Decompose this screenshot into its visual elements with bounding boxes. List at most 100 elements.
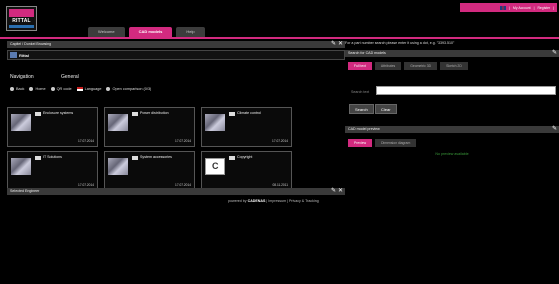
user-menu-separator-1: |	[509, 5, 511, 10]
navigation-toolbar: Back Home QR code Language Open comparis…	[10, 87, 151, 91]
nav-language-label: Language	[84, 87, 102, 91]
category-card[interactable]: Enclosure systems 17.07.2014	[7, 107, 98, 147]
copyright-thumbnail	[205, 158, 225, 175]
preview-panel-header: CAD model preview ✎	[345, 126, 559, 133]
edit-icon[interactable]: ✎	[552, 50, 557, 57]
close-icon[interactable]: ✕	[338, 41, 343, 48]
tab-help[interactable]: Help	[176, 27, 205, 37]
catalog-browser-panel: Capitel / Dunkel Browsing ✎ ✕ Rittal Nav…	[7, 41, 345, 200]
panel-tools: ✎ ✕	[331, 188, 343, 195]
search-text-label: Search text	[351, 90, 370, 94]
catalog-icon	[10, 52, 17, 58]
user-menu-separator-3: |	[553, 5, 554, 10]
category-title: Climate control	[237, 111, 261, 115]
category-thumbnail	[11, 158, 31, 175]
tab-geometric-3d[interactable]: Geometric 3D	[404, 62, 438, 70]
nav-language[interactable]: Language	[76, 87, 102, 91]
footer-links[interactable]: | Impressum | Privacy & Tracking	[266, 199, 318, 203]
folder-icon	[35, 112, 41, 116]
register-link[interactable]: Register	[537, 6, 550, 10]
footer-brand-link[interactable]: CADENAS	[248, 199, 266, 203]
my-account-link[interactable]: My Account	[513, 6, 531, 10]
search-button[interactable]: Search	[349, 104, 374, 114]
nav-qr-code[interactable]: QR code	[50, 87, 72, 91]
no-preview-message: No preview available	[435, 152, 469, 156]
edit-icon[interactable]: ✎	[331, 41, 336, 48]
category-card[interactable]: IT Solutions 17.07.2014	[7, 151, 98, 191]
category-date: 17.07.2014	[78, 139, 94, 143]
top-bar: RITTAL | My Account | Register | Welcome…	[0, 0, 559, 37]
tab-full-text[interactable]: Full text	[348, 62, 372, 70]
folder-icon	[229, 112, 235, 116]
category-date: 17.07.2014	[78, 183, 94, 187]
close-icon[interactable]: ✕	[338, 188, 343, 195]
accent-divider	[0, 37, 559, 39]
logo-text: RITTAL	[12, 18, 31, 24]
preview-panel-title: CAD model preview	[348, 127, 380, 131]
category-card[interactable]: Power distribution 17.07.2014	[104, 107, 195, 147]
edit-icon[interactable]: ✎	[331, 188, 336, 195]
tab-cad-models[interactable]: CAD models	[128, 27, 173, 37]
tab-preview[interactable]: Preview	[348, 139, 373, 147]
panel-tools: ✎	[552, 50, 557, 57]
compare-icon	[106, 87, 111, 91]
brand-logo[interactable]: RITTAL	[6, 6, 37, 31]
home-icon	[29, 87, 34, 91]
category-title: Power distribution	[140, 111, 169, 115]
category-thumbnail	[108, 158, 128, 175]
catalog-name[interactable]: Rittal	[19, 52, 29, 59]
category-card[interactable]: Climate control 17.07.2014	[201, 107, 292, 147]
tab-attributes[interactable]: Attributes	[374, 62, 402, 70]
category-title: IT Solutions	[43, 155, 62, 159]
nav-home[interactable]: Home	[29, 87, 46, 91]
panel-tools: ✎ ✕	[331, 41, 343, 48]
category-card[interactable]: Copyright 08.11.2011	[201, 151, 292, 191]
folder-icon	[132, 156, 138, 160]
main-tabs: Welcome CAD models Help	[88, 27, 205, 37]
category-date: 08.11.2011	[272, 183, 288, 187]
category-thumbnail	[11, 114, 31, 131]
category-date: 17.07.2014	[175, 183, 191, 187]
user-menu: | My Account | Register |	[460, 3, 557, 12]
panel-tools: ✎	[552, 126, 557, 133]
category-date: 17.07.2014	[272, 139, 288, 143]
catalog-panel-header: Capitel / Dunkel Browsing ✎ ✕	[7, 41, 345, 48]
search-panel-title: Search for CAD models	[348, 51, 386, 55]
logo-top-band	[9, 9, 34, 17]
language-flag-icon[interactable]	[500, 5, 507, 10]
clear-button[interactable]: Clear	[375, 104, 397, 114]
back-icon	[10, 87, 14, 91]
navigation-heading: Navigation	[10, 74, 34, 80]
search-input[interactable]	[376, 86, 556, 95]
preview-tabs: Preview Dimension diagram	[348, 139, 417, 147]
tab-sketch-2d[interactable]: Sketch 2D	[440, 62, 468, 70]
folder-icon	[35, 156, 41, 160]
user-menu-separator-2: |	[533, 5, 535, 10]
nav-home-label: Home	[35, 87, 46, 91]
language-flag-icon	[76, 87, 83, 91]
selected-engineer-header: Selected Engineer ✎ ✕	[7, 188, 345, 195]
nav-back-label: Back	[16, 87, 25, 91]
search-panel-header: Search for CAD models ✎	[345, 50, 559, 57]
folder-icon	[132, 112, 138, 116]
footer-powered-by: powered by	[228, 199, 247, 203]
nav-open-comparison-label: Open comparison (0/3)	[112, 87, 152, 91]
catalog-breadcrumb: Rittal	[7, 50, 345, 60]
qr-code-icon	[50, 87, 55, 91]
nav-back[interactable]: Back	[10, 87, 24, 91]
edit-icon[interactable]: ✎	[552, 126, 557, 133]
category-thumbnail	[108, 114, 128, 131]
category-title: Copyright	[237, 155, 253, 159]
category-card[interactable]: System accessories 17.07.2014	[104, 151, 195, 191]
tab-welcome[interactable]: Welcome	[88, 27, 125, 37]
category-title: Enclosure systems	[43, 111, 74, 115]
part-number-hint: For a part number search please enter it…	[345, 41, 455, 45]
category-date: 17.07.2014	[175, 139, 191, 143]
selected-engineer-title: Selected Engineer	[10, 189, 40, 193]
catalog-panel-title: Capitel / Dunkel Browsing	[10, 42, 52, 46]
footer: powered by CADENAS | Impressum | Privacy…	[228, 199, 319, 203]
tab-dimension-diagram[interactable]: Dimension diagram	[375, 139, 417, 147]
nav-open-comparison[interactable]: Open comparison (0/3)	[106, 87, 151, 91]
general-heading: General	[61, 74, 79, 80]
category-title: System accessories	[140, 155, 172, 159]
